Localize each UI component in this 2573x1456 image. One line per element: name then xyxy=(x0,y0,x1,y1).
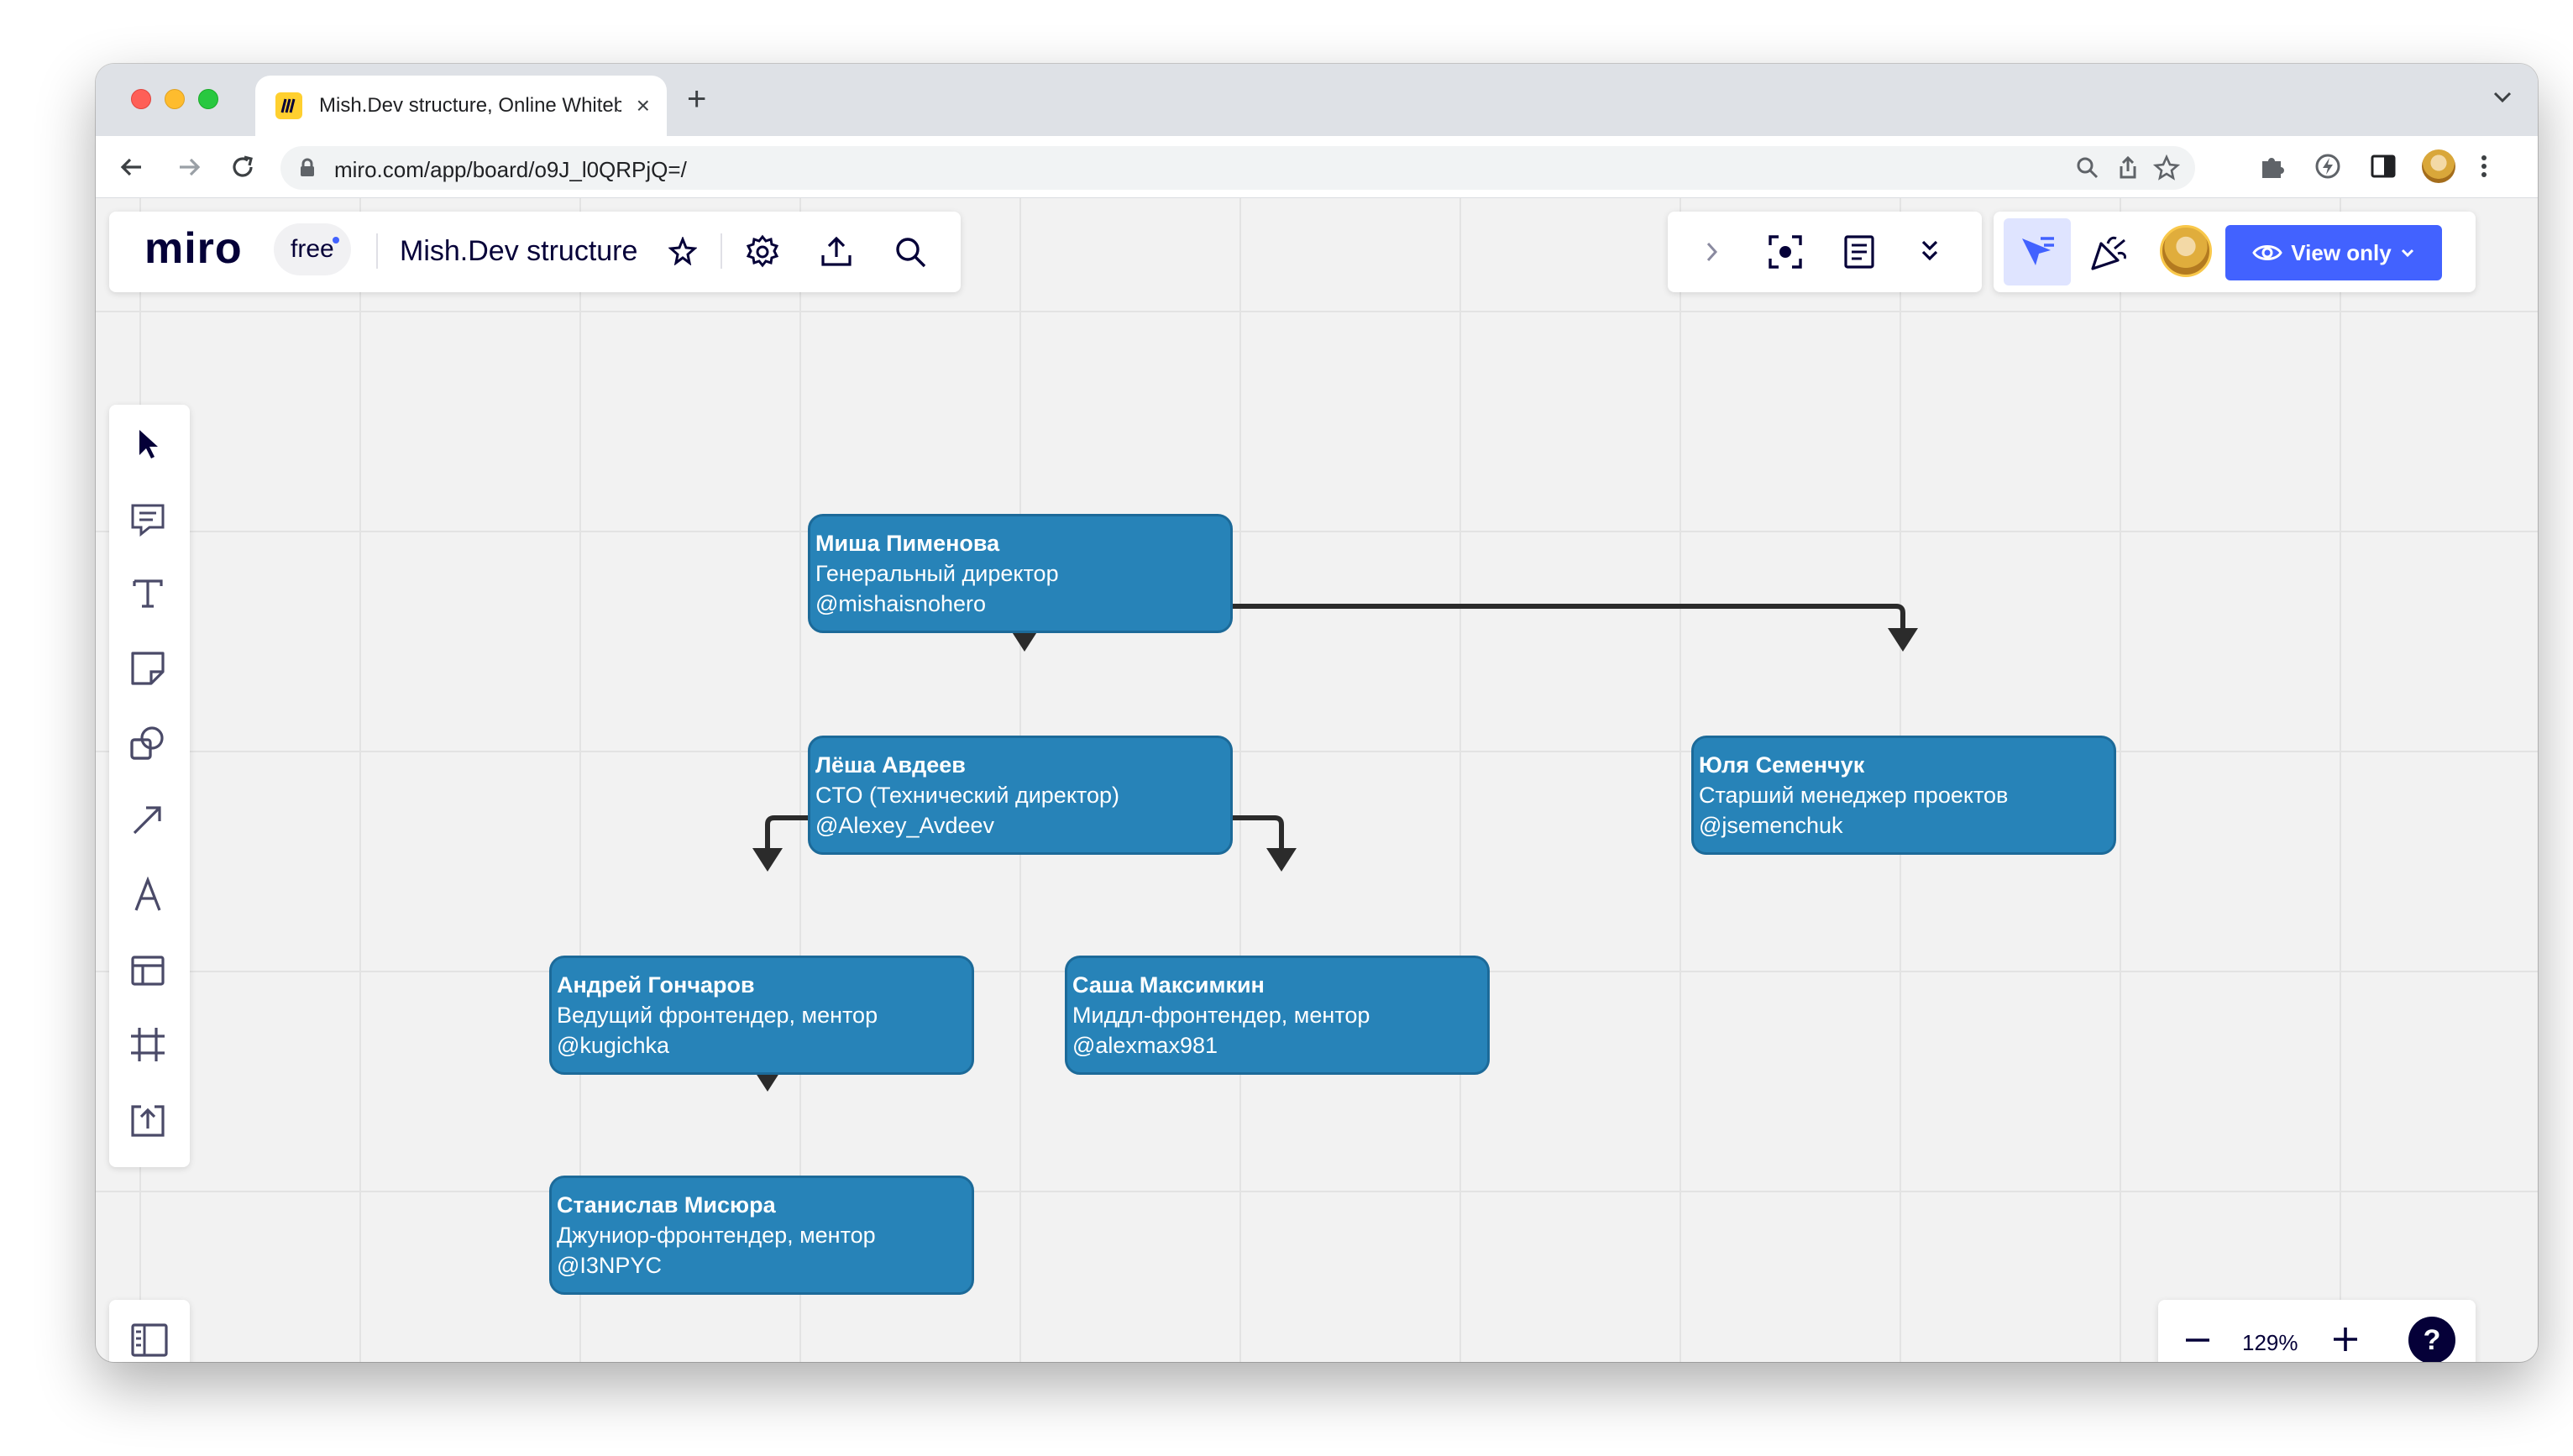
back-arrow-icon[interactable] xyxy=(116,151,148,183)
node-handle: @I3NPYC xyxy=(557,1253,662,1278)
org-node-cto[interactable]: Лёша Авдеев CTO (Технический директор) @… xyxy=(808,736,1233,855)
node-role: Старший менеджер проектов xyxy=(1699,783,2009,808)
forward-arrow-icon[interactable] xyxy=(173,151,205,183)
node-role: Джуниор-фронтендер, ментор xyxy=(557,1223,876,1248)
node-name: Андрей Гончаров xyxy=(557,972,755,998)
tab-search-chevron-icon[interactable] xyxy=(2492,91,2513,104)
browser-menu-icon[interactable] xyxy=(2477,151,2491,181)
share-icon[interactable] xyxy=(2114,155,2141,181)
node-role: Генеральный директор xyxy=(815,561,1059,586)
node-name: Лёша Авдеев xyxy=(815,752,966,778)
maximize-window-button[interactable] xyxy=(198,89,218,109)
node-handle: @alexmax981 xyxy=(1072,1033,1218,1058)
browser-tab[interactable]: Mish.Dev structure, Online Whiteboard × xyxy=(255,76,667,136)
arrowhead xyxy=(1888,628,1918,652)
bookmark-star-icon[interactable] xyxy=(2153,155,2180,181)
org-node-project-manager[interactable]: Юля Семенчук Старший менеджер проектов @… xyxy=(1691,736,2116,855)
node-name: Юля Семенчук xyxy=(1699,752,1865,778)
profile-avatar[interactable] xyxy=(2422,149,2455,183)
node-handle: @mishaisnohero xyxy=(815,591,987,616)
miro-favicon-icon xyxy=(275,92,302,119)
org-node-lead-frontend[interactable]: Андрей Гончаров Ведущий фронтендер, мент… xyxy=(549,956,974,1075)
node-role: Ведущий фронтендер, ментор xyxy=(557,1003,878,1028)
node-role: CTO (Технический директор) xyxy=(815,783,1120,808)
extension-bolt-icon[interactable] xyxy=(2313,151,2343,181)
node-handle: @kugichka xyxy=(557,1033,669,1058)
arrowhead xyxy=(752,848,783,872)
org-node-junior-frontend[interactable]: Станислав Мисюра Джуниор-фронтендер, мен… xyxy=(549,1176,974,1295)
org-node-ceo[interactable]: Миша Пименова Генеральный директор @mish… xyxy=(808,514,1233,633)
close-window-button[interactable] xyxy=(131,89,151,109)
tab-title: Mish.Dev structure, Online Whiteboard xyxy=(319,94,621,117)
extensions-puzzle-icon[interactable] xyxy=(2257,151,2287,181)
zoom-magnifier-icon[interactable] xyxy=(2074,155,2101,181)
minimize-window-button[interactable] xyxy=(165,89,185,109)
arrowhead xyxy=(1266,848,1297,872)
browser-toolbar: miro.com/app/board/o9J_l0QRPjQ=/ xyxy=(96,136,2538,198)
node-name: Станислав Мисюра xyxy=(557,1192,776,1218)
browser-window: Mish.Dev structure, Online Whiteboard × … xyxy=(96,64,2538,1362)
tab-strip: Mish.Dev structure, Online Whiteboard × … xyxy=(96,64,2538,136)
address-bar[interactable]: miro.com/app/board/o9J_l0QRPjQ=/ xyxy=(280,146,2195,190)
tab-close-icon[interactable]: × xyxy=(637,94,650,118)
new-tab-button[interactable]: + xyxy=(687,82,706,116)
node-name: Миша Пименова xyxy=(815,531,1000,556)
node-handle: @jsemenchuk xyxy=(1699,813,1843,838)
whiteboard-canvas[interactable]: miro free Mish.Dev structure View only 1… xyxy=(96,198,2538,1362)
reload-icon[interactable] xyxy=(227,151,259,183)
node-name: Саша Максимкин xyxy=(1072,972,1265,998)
node-handle: @Alexey_Avdeev xyxy=(815,813,995,838)
url-text: miro.com/app/board/o9J_l0QRPjQ=/ xyxy=(334,157,687,182)
lock-icon[interactable] xyxy=(299,158,316,178)
org-node-middle-frontend[interactable]: Саша Максимкин Миддл-фронтендер, ментор … xyxy=(1065,956,1490,1075)
side-panel-icon[interactable] xyxy=(2368,151,2398,181)
org-chart-connectors xyxy=(752,559,1918,1092)
node-role: Миддл-фронтендер, ментор xyxy=(1072,1003,1370,1028)
